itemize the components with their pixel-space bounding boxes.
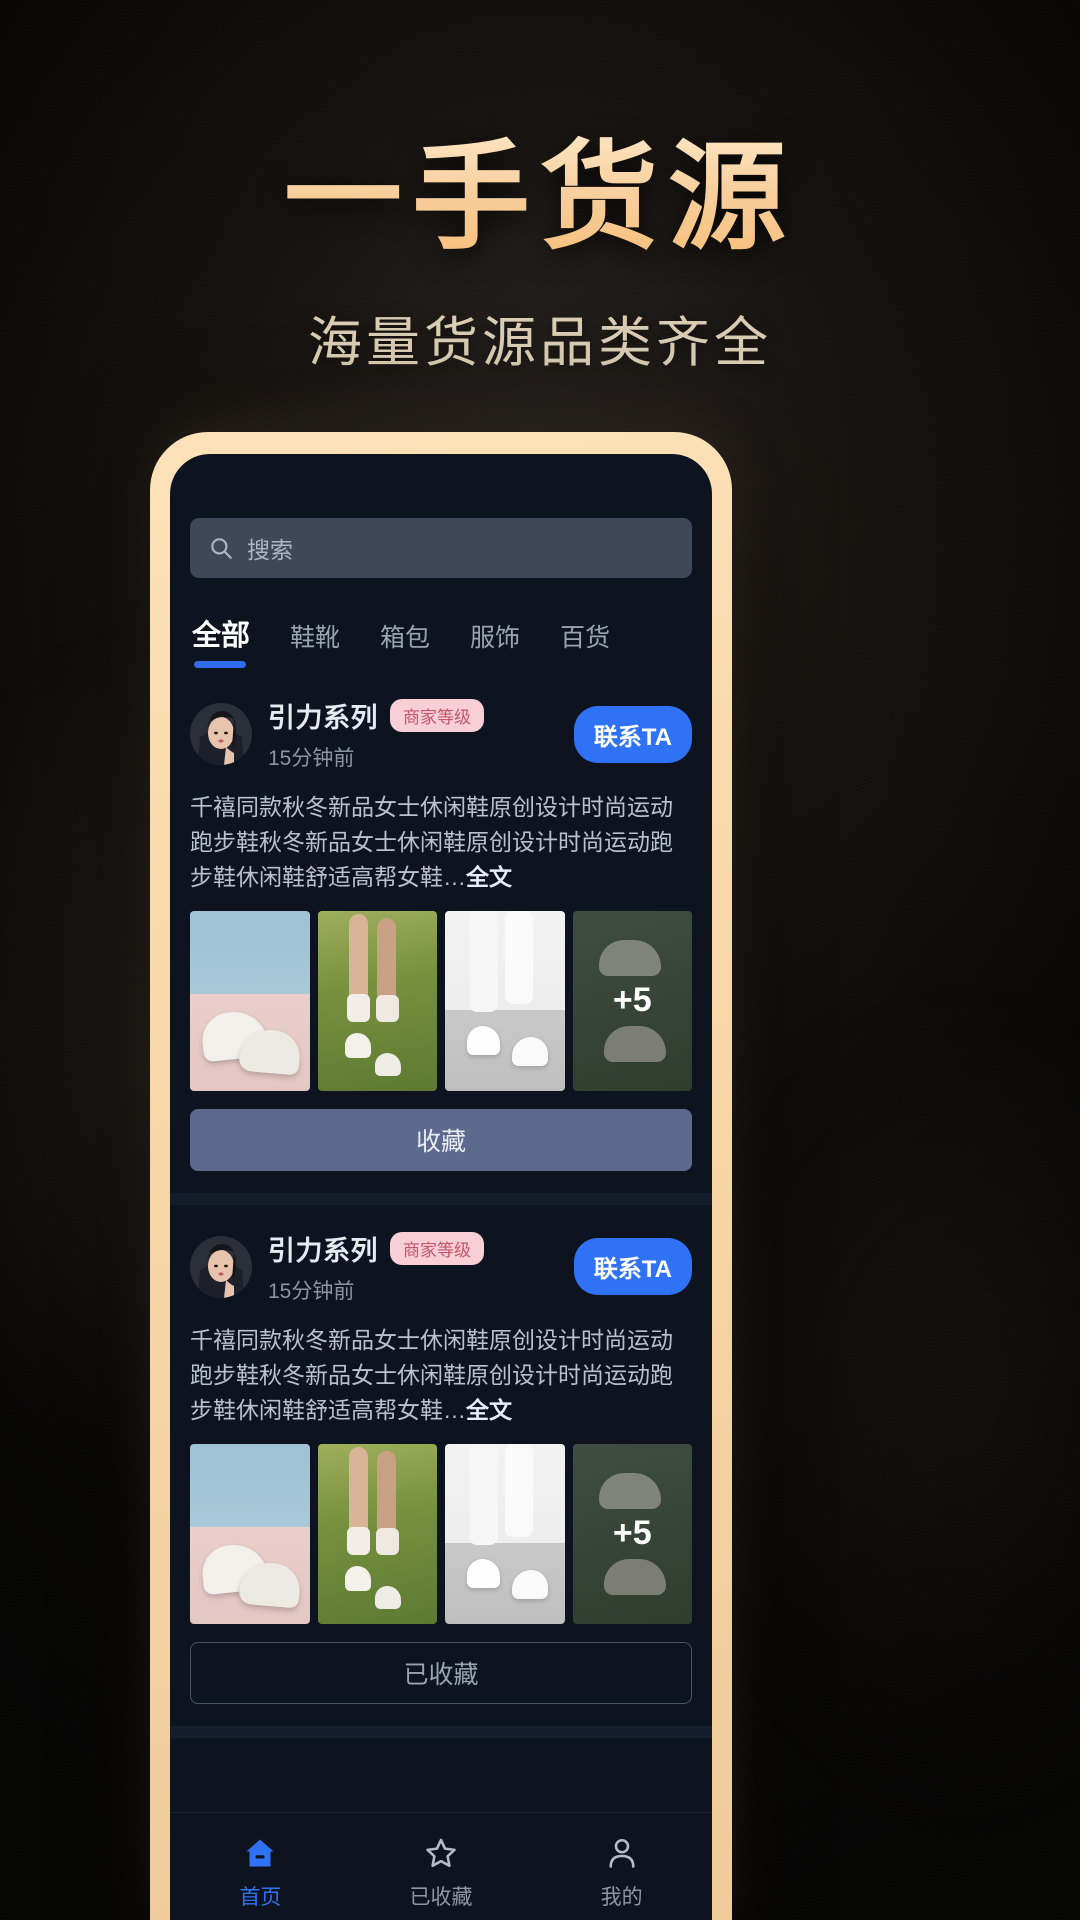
avatar-portrait-icon — [190, 703, 252, 765]
product-description-text: 千禧同款秋冬新品女士休闲鞋原创设计时尚运动跑步鞋秋冬新品女士休闲鞋原创设计时尚运… — [190, 794, 673, 890]
gallery-thumb[interactable] — [445, 1443, 565, 1624]
tab-shoes-label: 鞋靴 — [290, 624, 341, 652]
shop-name: 引力系列 — [268, 703, 378, 733]
tab-bags-label: 箱包 — [380, 624, 431, 652]
tab-shoes[interactable]: 鞋靴 — [290, 618, 340, 668]
gallery-thumb[interactable] — [445, 910, 565, 1091]
card-header: 引力系列 商家等级 15分钟前 联系TA — [190, 1219, 692, 1311]
gallery-thumb-overflow[interactable]: +5 — [572, 910, 692, 1091]
search-input[interactable]: 搜索 — [190, 518, 692, 578]
tab-bags[interactable]: 箱包 — [380, 618, 430, 668]
product-card: 引力系列 商家等级 15分钟前 联系TA 千禧同款秋冬新品女士休闲鞋原创设计时尚… — [170, 672, 712, 1171]
post-time: 15分钟前 — [268, 1279, 355, 1303]
contact-button[interactable]: 联系TA — [573, 1238, 692, 1296]
home-icon — [246, 1839, 274, 1866]
app-scroll-area[interactable]: 搜索 全部 鞋靴 箱包 服饰 百货 引力系列 商家等级 15分钟前 联系TA 千… — [170, 454, 712, 1812]
contact-button[interactable]: 联系TA — [573, 705, 692, 763]
gallery-thumb[interactable] — [190, 910, 310, 1091]
gallery-overflow-count: +5 — [572, 910, 692, 1091]
tab-apparel[interactable]: 服饰 — [470, 618, 520, 668]
product-gallery: +5 — [190, 910, 692, 1091]
gallery-thumb[interactable] — [190, 1443, 310, 1624]
gallery-thumb-overflow[interactable]: +5 — [572, 1443, 692, 1624]
nav-item-home[interactable]: 首页 — [170, 1813, 351, 1920]
poster-subtitle: 海量货源品类齐全 — [308, 311, 772, 374]
product-description: 千禧同款秋冬新品女士休闲鞋原创设计时尚运动跑步鞋秋冬新品女士休闲鞋原创设计时尚运… — [190, 790, 692, 895]
nav-label-profile: 我的 — [600, 1885, 643, 1909]
merchant-level-badge: 商家等级 — [390, 1231, 484, 1265]
tab-all[interactable]: 全部 — [192, 612, 250, 668]
post-time: 15分钟前 — [268, 747, 355, 770]
gallery-thumb[interactable] — [317, 910, 437, 1091]
avatar[interactable] — [190, 1235, 252, 1298]
nav-label-home: 首页 — [239, 1885, 282, 1909]
shop-name: 引力系列 — [268, 1235, 378, 1266]
nav-item-profile[interactable]: 我的 — [531, 1813, 712, 1920]
gallery-overflow-count: +5 — [572, 1443, 692, 1624]
tab-general-label: 百货 — [560, 624, 611, 652]
bottom-navigation: 首页 已收藏 我的 — [170, 1812, 712, 1920]
phone-screen: 搜索 全部 鞋靴 箱包 服饰 百货 引力系列 商家等级 15分钟前 联系TA 千… — [170, 454, 712, 1920]
card-divider — [170, 1192, 712, 1205]
search-placeholder: 搜索 — [247, 537, 293, 563]
product-description-text: 千禧同款秋冬新品女士休闲鞋原创设计时尚运动跑步鞋秋冬新品女士休闲鞋原创设计时尚运… — [190, 1326, 673, 1423]
category-tabs: 全部 鞋靴 箱包 服饰 百货 — [192, 612, 690, 668]
product-feed: 引力系列 商家等级 15分钟前 联系TA 千禧同款秋冬新品女士休闲鞋原创设计时尚… — [170, 672, 712, 1738]
tab-apparel-label: 服饰 — [470, 624, 521, 652]
card-header-text: 引力系列 商家等级 15分钟前 — [268, 1229, 558, 1305]
poster-headline-wrap: 一手货源 — [0, 128, 1080, 267]
card-header: 引力系列 商家等级 15分钟前 联系TA — [190, 686, 692, 778]
person-icon — [609, 1838, 635, 1868]
expand-full-text-link[interactable]: 全文 — [466, 1397, 512, 1423]
expand-full-text-link[interactable]: 全文 — [466, 864, 512, 890]
favorited-button[interactable]: 已收藏 — [190, 1641, 692, 1704]
card-header-text: 引力系列 商家等级 15分钟前 — [268, 696, 558, 772]
product-card: 引力系列 商家等级 15分钟前 联系TA 千禧同款秋冬新品女士休闲鞋原创设计时尚… — [170, 1205, 712, 1704]
search-icon — [208, 535, 234, 561]
card-header-row: 引力系列 商家等级 — [268, 696, 558, 735]
poster-headline: 一手货源 — [0, 128, 1080, 267]
product-description: 千禧同款秋冬新品女士休闲鞋原创设计时尚运动跑步鞋秋冬新品女士休闲鞋原创设计时尚运… — [190, 1323, 692, 1428]
card-divider — [170, 1725, 712, 1738]
avatar-portrait-icon — [190, 1235, 252, 1298]
tab-general[interactable]: 百货 — [560, 618, 610, 668]
avatar[interactable] — [190, 703, 252, 765]
star-icon — [426, 1838, 456, 1867]
card-header-row: 引力系列 商家等级 — [268, 1229, 558, 1268]
product-gallery: +5 — [190, 1443, 692, 1624]
favorite-button[interactable]: 收藏 — [190, 1108, 692, 1171]
nav-label-favorites: 已收藏 — [409, 1885, 473, 1909]
phone-mockup: 搜索 全部 鞋靴 箱包 服饰 百货 引力系列 商家等级 15分钟前 联系TA 千… — [150, 432, 732, 1920]
merchant-level-badge: 商家等级 — [390, 699, 484, 732]
nav-item-favorites[interactable]: 已收藏 — [351, 1813, 532, 1920]
tab-all-label: 全部 — [192, 620, 251, 652]
gallery-thumb[interactable] — [317, 1443, 437, 1624]
